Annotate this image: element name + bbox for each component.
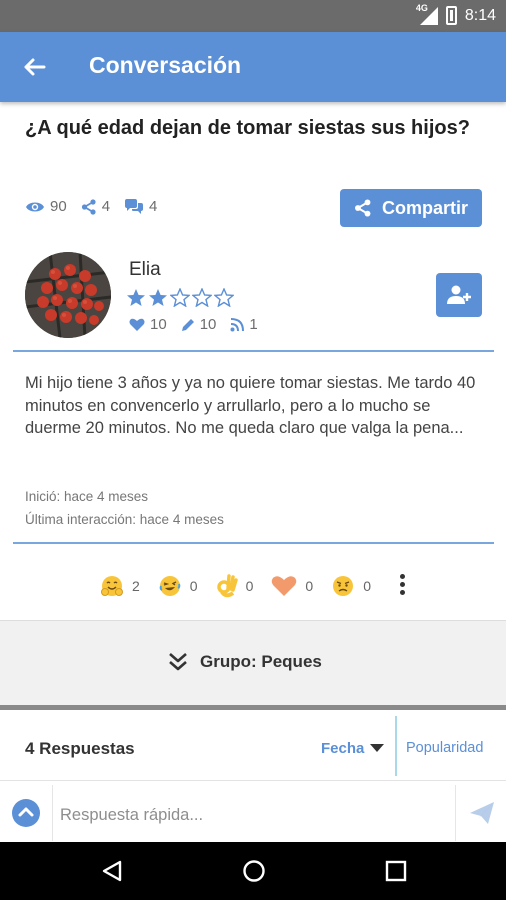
clock: 8:14: [464, 6, 496, 24]
reaction-worried-count: 0: [363, 578, 371, 594]
reaction-laugh[interactable]: 0: [158, 574, 198, 598]
author-rating: [126, 288, 234, 307]
views-stat: 90: [25, 198, 67, 215]
pencil-icon: [181, 318, 194, 331]
section-divider: [0, 705, 506, 710]
network-label: 4G: [415, 2, 428, 13]
star-empty-icon: [214, 288, 234, 307]
star-empty-icon: [192, 288, 212, 307]
group-label: Grupo: Peques: [200, 652, 322, 671]
author-name[interactable]: Elia: [129, 259, 161, 281]
author-stats: 10 10 1: [129, 316, 258, 333]
chevron-up-icon: [18, 807, 34, 817]
divider: [13, 542, 494, 544]
laughing-emoji-icon: [159, 576, 181, 596]
rss-icon: [230, 317, 245, 331]
reaction-heart-count: 0: [305, 578, 314, 594]
arrow-left-icon[interactable]: [18, 50, 52, 84]
author-posts-count: 10: [199, 316, 217, 333]
shares-stat: 4: [81, 198, 110, 215]
question-title: ¿A qué edad dejan de tomar siestas sus h…: [25, 117, 470, 139]
battery-icon: [445, 6, 457, 25]
status-bar: 4G 8:14: [0, 0, 506, 32]
share-button-label: Compartir: [381, 197, 468, 218]
author-posts: 10: [181, 316, 217, 333]
quick-reply-bar: Respuesta rápida...: [0, 780, 506, 842]
sort-by-popularity[interactable]: Popularidad: [406, 740, 483, 756]
share-icon: [354, 199, 371, 217]
app-bar: Conversación: [0, 32, 506, 102]
sort-date-label: Fecha: [321, 740, 365, 757]
post-started: Inició: hace 4 meses: [25, 489, 149, 504]
replies-count: 4 Respuestas: [25, 739, 135, 758]
nav-home-icon[interactable]: [242, 859, 266, 883]
reaction-ok-count: 0: [245, 578, 254, 594]
author-followers: 1: [230, 316, 258, 333]
expand-up-button[interactable]: [12, 799, 40, 827]
star-filled-icon: [127, 289, 145, 306]
double-chevron-down-icon: [169, 653, 187, 671]
divider: [13, 350, 494, 352]
star-filled-icon: [149, 289, 167, 306]
send-button[interactable]: [468, 799, 496, 827]
sort-by-date[interactable]: Fecha: [321, 740, 385, 757]
reaction-worried[interactable]: 0: [331, 574, 371, 598]
follow-user-button[interactable]: [436, 273, 482, 317]
add-user-icon: [447, 285, 471, 304]
reaction-hug-count: 2: [132, 578, 140, 594]
signal-icon: 4G: [416, 3, 438, 25]
more-options-icon[interactable]: [397, 574, 407, 598]
heart-icon: [129, 318, 145, 331]
system-nav-bar: [0, 842, 506, 900]
worried-emoji-icon: [333, 576, 354, 596]
avatar[interactable]: [25, 252, 111, 338]
heart-icon: [272, 576, 297, 596]
eye-icon: [26, 202, 44, 211]
page-title: Conversación: [89, 52, 242, 78]
send-icon: [470, 802, 494, 824]
reaction-hug[interactable]: 2: [100, 574, 140, 598]
ok-hand-icon: [216, 574, 238, 598]
quick-reply-input[interactable]: Respuesta rápida...: [52, 785, 456, 841]
quick-reply-placeholder: Respuesta rápida...: [60, 806, 204, 824]
post-last-interaction: Última interacción: hace 4 meses: [25, 512, 224, 527]
nav-back-icon[interactable]: [100, 859, 124, 883]
shares-count: 4: [101, 198, 111, 215]
group-bar[interactable]: Grupo: Peques: [0, 620, 506, 705]
views-count: 90: [50, 198, 67, 215]
hug-emoji-icon: [101, 576, 123, 596]
caret-down-icon: [370, 744, 385, 752]
share-icon: [81, 198, 96, 215]
reaction-heart[interactable]: 0: [271, 575, 313, 597]
post-body: Mi hijo tiene 3 años y ya no quiere toma…: [25, 374, 476, 437]
author-likes: 10: [129, 316, 167, 333]
reactions-bar: 2 0 0 0 0: [100, 573, 389, 599]
star-empty-icon: [170, 288, 190, 307]
author-likes-count: 10: [150, 316, 167, 333]
conversation-stats: 90 4 4: [25, 198, 171, 215]
share-button[interactable]: Compartir: [340, 189, 482, 227]
author-followers-count: 1: [249, 316, 258, 333]
reaction-laugh-count: 0: [189, 578, 198, 594]
comments-stat: 4: [124, 198, 157, 215]
sort-separator: [395, 716, 397, 776]
comments-count: 4: [149, 198, 158, 215]
reaction-ok[interactable]: 0: [216, 573, 254, 599]
nav-recents-icon[interactable]: [385, 860, 407, 882]
comments-icon: [125, 198, 144, 214]
